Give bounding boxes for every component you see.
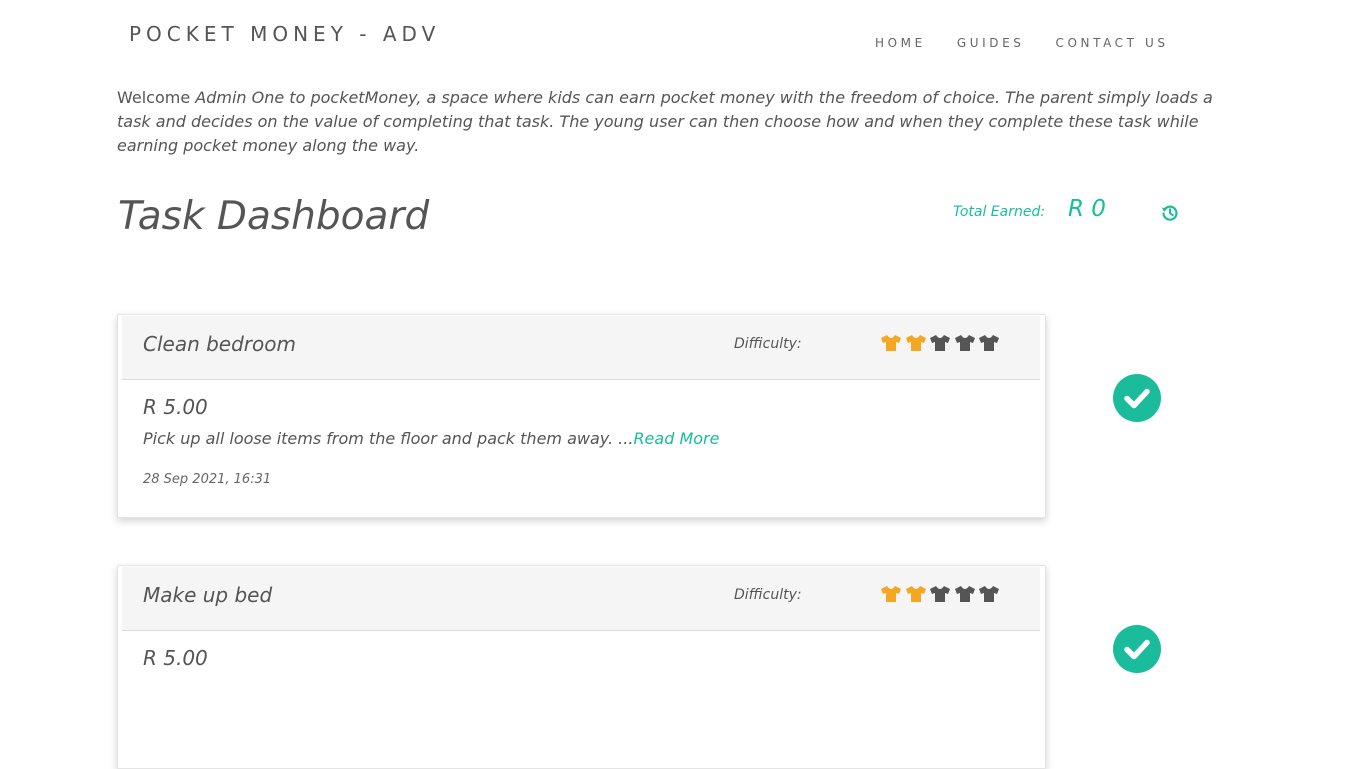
welcome-text: Admin One to pocketMoney, a space where … [117,88,1213,155]
nav-home[interactable]: HOME [875,36,926,50]
shirt-icon [979,335,999,351]
total-earned-label: Total Earned: [953,204,1046,220]
difficulty-rating [880,334,1003,352]
shirt-icon [930,335,950,351]
shirt-icon [979,586,999,602]
shirt-icon [881,335,901,351]
task-price: R 5.00 [143,646,208,670]
task-title: Make up bed [143,583,273,607]
task-card-header: Clean bedroom Difficulty: [122,316,1040,380]
difficulty-label: Difficulty: [734,587,802,603]
difficulty-label: Difficulty: [734,336,802,352]
task-date: 28 Sep 2021, 16:31 [143,472,272,487]
task-price: R 5.00 [143,395,208,419]
shirt-icon [905,586,926,602]
read-more-link[interactable]: Read More [633,429,719,448]
task-title: Clean bedroom [143,332,296,356]
complete-task-button[interactable] [1113,374,1161,422]
task-card: Clean bedroom Difficulty: R 5.00 Pick up… [117,314,1046,518]
shirt-icon [930,586,950,602]
shirt-icon [954,335,975,351]
task-card: Make up bed Difficulty: R 5.00 [117,565,1046,769]
difficulty-rating [880,585,1003,603]
check-icon [1124,388,1150,409]
total-earned-value: R 0 [1068,196,1106,222]
check-icon [1124,639,1150,660]
task-description-text: Pick up all loose items from the floor a… [143,429,634,448]
shirt-icon [905,335,926,351]
shirt-icon [954,586,975,602]
welcome-word: Welcome [117,88,196,107]
main-nav: HOME GUIDES CONTACT US [875,36,1169,50]
nav-contact-us[interactable]: CONTACT US [1055,36,1168,50]
complete-task-button[interactable] [1113,625,1161,673]
task-card-header: Make up bed Difficulty: [122,567,1040,631]
welcome-intro: Welcome Admin One to pocketMoney, a spac… [117,86,1217,158]
nav-guides[interactable]: GUIDES [957,36,1025,50]
brand-title[interactable]: POCKET MONEY - ADV [129,22,440,46]
task-description: Pick up all loose items from the floor a… [143,429,719,448]
shirt-icon [881,586,901,602]
page-title: Task Dashboard [118,194,430,239]
history-icon[interactable] [1160,203,1180,223]
